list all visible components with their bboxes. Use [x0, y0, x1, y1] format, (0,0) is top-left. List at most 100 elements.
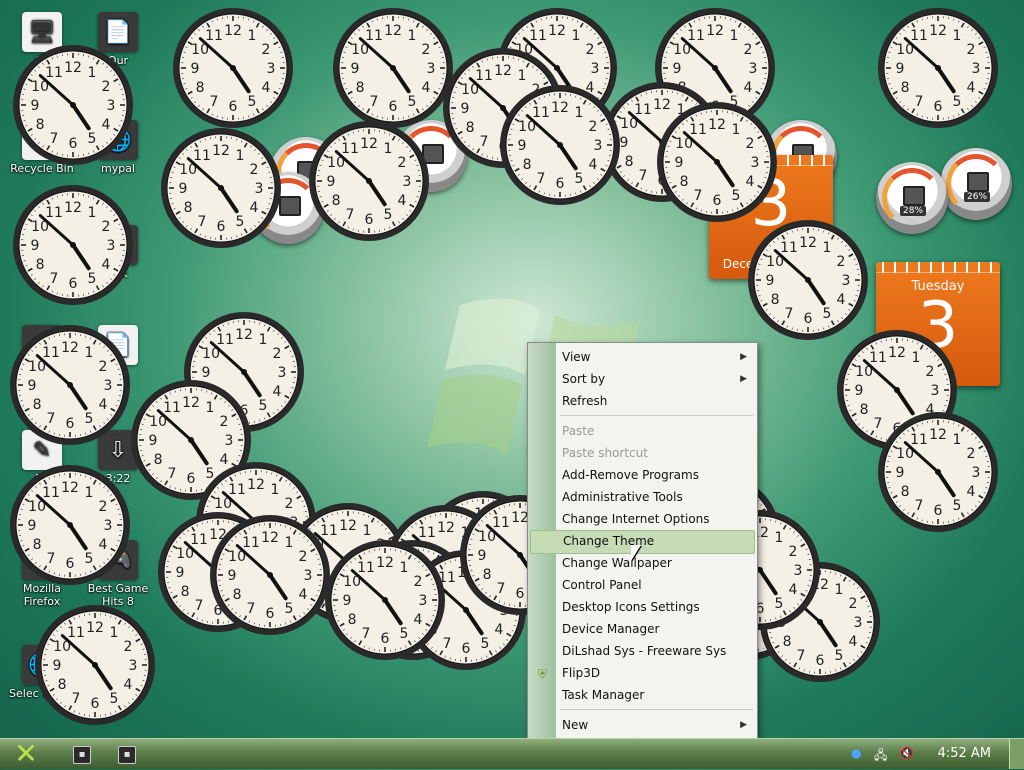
svg-text:5: 5 [408, 94, 417, 110]
menu-item-task-manager[interactable]: Task Manager [530, 684, 755, 706]
svg-text:8: 8 [33, 537, 42, 553]
svg-text:12: 12 [384, 23, 402, 39]
svg-text:8: 8 [625, 154, 634, 170]
menu-item-administrative-tools[interactable]: Administrative Tools [530, 486, 755, 508]
svg-text:2: 2 [219, 414, 228, 430]
taskbar-clock[interactable]: 4:52 AM [938, 739, 991, 769]
svg-text:1: 1 [384, 141, 393, 157]
meter-percent: 26% [964, 192, 990, 202]
svg-text:4: 4 [397, 193, 406, 209]
analog-clock-gadget[interactable]: 123456789101112 [746, 218, 870, 342]
taskbar-button-1[interactable]: ▪ [73, 746, 91, 764]
svg-text:7: 7 [50, 131, 59, 147]
menu-item-desktop-icons-settings[interactable]: Desktop Icons Settings [530, 596, 755, 618]
svg-text:11: 11 [42, 345, 60, 361]
svg-text:6: 6 [266, 606, 275, 622]
svg-text:5: 5 [88, 131, 97, 147]
svg-text:9: 9 [327, 174, 336, 190]
menu-item-view[interactable]: View▶ [530, 346, 755, 368]
volume-muted-icon[interactable]: 🔇 [899, 746, 914, 760]
cpu-chip-icon [903, 186, 925, 206]
svg-text:1: 1 [823, 240, 832, 256]
svg-text:7: 7 [480, 134, 489, 150]
analog-clock-gadget[interactable]: 123456789101112 [655, 100, 779, 224]
analog-clock-gadget[interactable]: 123456789101112 [498, 83, 622, 207]
svg-text:12: 12 [182, 395, 200, 411]
svg-text:7: 7 [50, 271, 59, 287]
menu-item-label: Device Manager [562, 622, 659, 636]
cpu-meter-gadget[interactable]: 26% [940, 148, 1012, 220]
menu-item-device-manager[interactable]: Device Manager [530, 618, 755, 640]
svg-text:1: 1 [285, 535, 294, 551]
svg-text:2: 2 [585, 42, 594, 58]
analog-clock-gadget[interactable]: 123456789101112 [11, 183, 135, 307]
menu-item-change-wallpaper[interactable]: Change Wallpaper [530, 552, 755, 574]
analog-clock-gadget[interactable]: 123456789101112 [208, 513, 332, 637]
analog-clock-gadget[interactable]: 123456789101112 [171, 6, 295, 130]
start-button[interactable]: ✕ [8, 739, 44, 769]
svg-text:7: 7 [537, 171, 546, 187]
svg-text:6: 6 [91, 696, 100, 712]
svg-text:12: 12 [224, 23, 242, 39]
svg-text:9: 9 [896, 61, 905, 77]
menu-item-new[interactable]: New▶ [530, 714, 755, 736]
svg-text:2: 2 [413, 574, 422, 590]
svg-text:9: 9 [176, 565, 185, 581]
svg-text:6: 6 [365, 212, 374, 228]
svg-text:11: 11 [475, 68, 493, 84]
analog-clock-gadget[interactable]: 123456789101112 [8, 323, 132, 447]
taskbar-button-2[interactable]: ▪ [118, 746, 136, 764]
svg-text:11: 11 [45, 205, 63, 221]
svg-text:12: 12 [86, 620, 104, 636]
svg-text:2: 2 [101, 79, 110, 95]
analog-clock-gadget[interactable]: 123456789101112 [876, 410, 1000, 534]
svg-text:12: 12 [61, 480, 79, 496]
desktop-context-menu: View▶Sort by▶RefreshPastePaste shortcutA… [527, 342, 758, 739]
menu-item-label: Task Manager [562, 688, 644, 702]
svg-text:11: 11 [205, 28, 223, 44]
bluetooth-icon[interactable]: ● [851, 746, 861, 760]
svg-text:4: 4 [966, 80, 975, 96]
svg-text:6: 6 [516, 586, 525, 602]
menu-item-refresh[interactable]: Refresh [530, 390, 755, 412]
analog-clock-gadget[interactable]: 123456789101112 [307, 119, 431, 243]
analog-clock-gadget[interactable]: 123456789101112 [33, 603, 157, 727]
svg-text:7: 7 [639, 168, 648, 184]
analog-clock-gadget[interactable]: 123456789101112 [331, 6, 455, 130]
svg-text:2: 2 [272, 346, 281, 362]
analog-clock-gadget[interactable]: 123456789101112 [159, 126, 283, 250]
analog-clock-gadget[interactable]: 123456789101112 [323, 538, 447, 662]
svg-text:12: 12 [799, 235, 817, 251]
menu-item-label: New [562, 718, 588, 732]
svg-text:11: 11 [532, 105, 550, 121]
svg-text:1: 1 [408, 28, 417, 44]
menu-item-label: DiLshad Sys - Freeware Sys [562, 644, 726, 658]
menu-item-change-theme[interactable]: Change Theme [530, 530, 755, 554]
svg-text:4: 4 [413, 612, 422, 628]
cpu-meter-gadget[interactable]: 28% [876, 162, 948, 234]
svg-text:9: 9 [518, 138, 527, 154]
svg-text:9: 9 [53, 658, 62, 674]
svg-text:5: 5 [85, 551, 94, 567]
analog-clock-gadget[interactable]: 123456789101112 [876, 6, 1000, 130]
analog-clock-gadget[interactable]: 123456789101112 [11, 43, 135, 167]
menu-item-label: Flip3D [562, 666, 600, 680]
menu-item-dilshad-sys-freeware-sys[interactable]: DiLshad Sys - Freeware Sys [530, 640, 755, 662]
svg-text:1: 1 [732, 122, 741, 138]
svg-text:5: 5 [953, 94, 962, 110]
menu-item-change-internet-options[interactable]: Change Internet Options [530, 508, 755, 530]
svg-text:12: 12 [708, 117, 726, 133]
show-desktop-button[interactable] [1009, 739, 1024, 769]
network-icon[interactable]: 🖧 [874, 746, 887, 767]
svg-text:2: 2 [588, 119, 597, 135]
svg-text:2: 2 [98, 359, 107, 375]
svg-text:5: 5 [400, 626, 409, 642]
menu-item-control-panel[interactable]: Control Panel [530, 574, 755, 596]
svg-text:4: 4 [494, 622, 503, 638]
menu-item-sort-by[interactable]: Sort by▶ [530, 368, 755, 390]
svg-text:5: 5 [732, 188, 741, 204]
menu-item-flip3d[interactable]: Flip3D⛨ [530, 662, 755, 684]
menu-item-add-remove-programs[interactable]: Add-Remove Programs [530, 464, 755, 486]
analog-clock-gadget[interactable]: 123456789101112 [8, 463, 132, 587]
svg-text:12: 12 [339, 518, 357, 534]
